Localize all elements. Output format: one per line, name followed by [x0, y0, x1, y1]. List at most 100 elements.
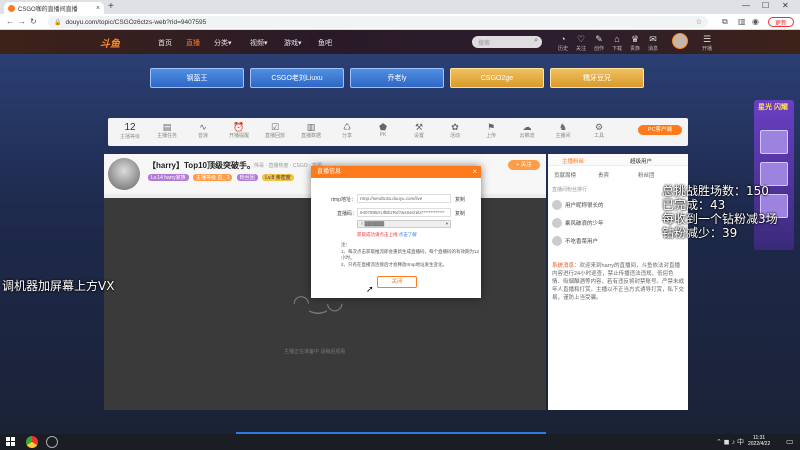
follow-icon[interactable]: ♡ 关注: [574, 35, 588, 54]
window-close-icon[interactable]: ✕: [782, 1, 789, 10]
toolbar-item-label: PK: [379, 132, 387, 138]
new-tab-button[interactable]: +: [108, 2, 114, 12]
chevron-down-icon: ▾: [445, 221, 448, 226]
nav-fishbar[interactable]: 鱼吧: [318, 38, 332, 48]
tag-badge[interactable]: 主播等级 直_ 3: [193, 174, 233, 181]
app-taskbar-icon[interactable]: [46, 436, 58, 448]
toolbar-item-label: 分享: [341, 133, 352, 139]
recommend-tile[interactable]: CSGO2ge: [450, 68, 544, 88]
side-event-banner[interactable]: 星光 闪耀: [754, 100, 794, 250]
chrome-taskbar-icon[interactable]: [26, 436, 38, 448]
tag-badge[interactable]: Lv.14 harry家族: [148, 174, 189, 181]
recommend-tile[interactable]: 乔老ly: [350, 68, 444, 88]
tab-title: CSGO咖的直播间直播: [18, 6, 78, 13]
toolbar-item[interactable]: ☁ 云推流: [516, 122, 538, 139]
minimize-icon[interactable]: —: [742, 1, 750, 10]
close-button[interactable]: 关闭: [377, 276, 417, 288]
bookmark-star-icon[interactable]: ☆: [696, 18, 702, 26]
banner-title: 星光 闪耀: [758, 104, 788, 111]
room-tags: Lv.14 harry家族 主播等级 直_ 3 粉丝团 Lv.8 亲密度: [148, 174, 297, 181]
sidebar-icon[interactable]: ▥: [738, 17, 746, 27]
tab-fans[interactable]: 主播粉丝: [562, 157, 584, 165]
chat-area: 系统消息：欢迎来到harry的直播间，斗鱼依法对直播内容进行24小时巡查，禁止传…: [552, 262, 684, 382]
subtab-fanclub[interactable]: 粉丝团: [638, 171, 655, 179]
browser-tab-bar: CSGO咖的直播间直播 × + — ☐ ✕: [0, 0, 800, 14]
rtmp-field[interactable]: rtmp://sendtc3a.douyu.com/live: [357, 194, 451, 203]
windows-start-icon[interactable]: [6, 437, 16, 447]
maximize-icon[interactable]: ☐: [762, 1, 769, 10]
stream-code-field[interactable]: 9407595rrUfBbzRd?wsSecretx*************: [357, 208, 451, 217]
recommend-tile[interactable]: CSGO老刘Liuxu: [250, 68, 344, 88]
download-icon[interactable]: ⌂ 下载: [610, 35, 624, 54]
nav-video[interactable]: 视频▾: [250, 38, 268, 48]
toolbar-item-icon: ∿: [199, 122, 207, 132]
subtab-vip[interactable]: 贵宾: [598, 171, 609, 179]
toolbar-item[interactable]: ⬟ PK: [372, 122, 394, 138]
toolbar-item[interactable]: ⏰ 开播提醒: [228, 122, 250, 139]
message-icon[interactable]: ✉ 消息: [646, 35, 660, 54]
rank-subtabs: 贡献周榜 贵宾 粉丝团: [548, 168, 688, 180]
search-icon[interactable]: ⌕: [534, 37, 538, 45]
toolbar-item-label: 直播数据: [300, 133, 321, 139]
learn-more-link[interactable]: 点击了解: [399, 232, 417, 237]
tab-super-user[interactable]: 超级用户: [630, 157, 652, 165]
nav-games[interactable]: 游戏▾: [284, 38, 302, 48]
toolbar-item[interactable]: ∿ 音浪: [192, 122, 214, 139]
toolbar-item[interactable]: ♞ 主播间: [552, 122, 574, 139]
create-icon[interactable]: ✎ 创作: [592, 35, 606, 54]
toolbar-item[interactable]: ♺ 分享: [336, 122, 358, 139]
search-input[interactable]: 搜索 ⌕: [472, 36, 542, 48]
toolbar-item[interactable]: ⚙ 工具: [588, 122, 610, 139]
subtab-weekly[interactable]: 贡献周榜: [554, 171, 576, 179]
douyu-logo[interactable]: 斗鱼: [100, 35, 120, 50]
follow-button[interactable]: + 关注: [508, 160, 540, 170]
copy-code-button[interactable]: 复制: [455, 210, 465, 217]
toolbar-item[interactable]: ⚑ 上传: [480, 122, 502, 139]
user-avatar[interactable]: [672, 33, 688, 49]
address-toolbar: ← → ↻ 🔒 douyu.com/topic/CSGOz6ctzs-web?r…: [0, 14, 800, 30]
anchor-level[interactable]: 12 主播等级: [118, 122, 142, 140]
browser-tab[interactable]: CSGO咖的直播间直播 ×: [4, 2, 104, 14]
room-title: 【harry】Top10顶级突破手。: [148, 161, 255, 170]
modal-close-icon[interactable]: ×: [472, 166, 477, 178]
history-icon[interactable]: ◔ 历史: [556, 35, 570, 54]
profile-icon[interactable]: ◉: [752, 17, 759, 27]
tag-badge[interactable]: 粉丝团: [236, 174, 258, 181]
taskbar-clock[interactable]: 11:31 2022/4/22: [748, 435, 770, 447]
toolbar-item[interactable]: ⚒ 设置: [408, 122, 430, 139]
url-text: douyu.com/topic/CSGOz6ctzs-web?rid=94075…: [65, 18, 207, 26]
back-icon[interactable]: ←: [6, 17, 14, 27]
noble-icon[interactable]: ♛ 贵族: [628, 35, 642, 54]
copy-rtmp-button[interactable]: 复制: [455, 196, 465, 203]
start-stream-icon[interactable]: ☰ 开播: [700, 35, 714, 54]
update-button[interactable]: 更新: [768, 17, 794, 27]
toolbar-item[interactable]: ☑ 直播回放: [264, 122, 286, 139]
search-placeholder: 搜索: [478, 41, 491, 47]
recommend-tile[interactable]: 糯牙豆兄: [550, 68, 644, 88]
system-tray[interactable]: ⌃ ◼ ♪ 中: [716, 437, 744, 447]
windows-taskbar: ⌃ ◼ ♪ 中 11:31 2022/4/22 ▭: [0, 434, 800, 450]
site-header: 斗鱼 首页 直播 分类▾ 视频▾ 游戏▾ 鱼吧 搜索 ⌕ ◔ 历史 ♡ 关注 ✎ 创作…: [0, 30, 800, 54]
code-label: 直播码：: [337, 211, 358, 217]
nav-category[interactable]: 分类▾: [214, 38, 232, 48]
notification-icon[interactable]: ▭: [786, 437, 794, 446]
line-select[interactable]: ▿ ▓▓▓▓▓▓ ▾: [357, 220, 451, 228]
streamer-avatar[interactable]: [108, 158, 140, 190]
nav-live[interactable]: 直播: [186, 38, 200, 48]
tag-badge[interactable]: Lv.8 亲密度: [262, 174, 294, 181]
tab-close-icon[interactable]: ×: [96, 5, 100, 12]
nav-home[interactable]: 首页: [158, 38, 172, 48]
stream-info-modal: 直播信息 × rtmp地址： rtmp://sendtc3a.douyu.com…: [311, 166, 481, 298]
toolbar-item[interactable]: ▥ 直播数据: [300, 122, 322, 139]
rank-title: 直播间粉丝排行: [552, 187, 588, 193]
toolbar-item[interactable]: ▤ 主播任务: [156, 122, 178, 139]
url-bar[interactable]: 🔒 douyu.com/topic/CSGOz6ctzs-web?rid=940…: [48, 16, 708, 28]
pc-client-button[interactable]: PC客户端: [638, 125, 682, 135]
toolbar-item[interactable]: ✿ 活动: [444, 122, 466, 139]
avatar: [552, 218, 562, 228]
toolbar-item-icon: ♞: [558, 122, 568, 132]
reload-icon[interactable]: ↻: [30, 17, 37, 27]
recommend-tile[interactable]: 钢盔王: [150, 68, 244, 88]
forward-icon[interactable]: →: [18, 17, 26, 27]
extensions-icon[interactable]: ⧉: [722, 17, 728, 27]
